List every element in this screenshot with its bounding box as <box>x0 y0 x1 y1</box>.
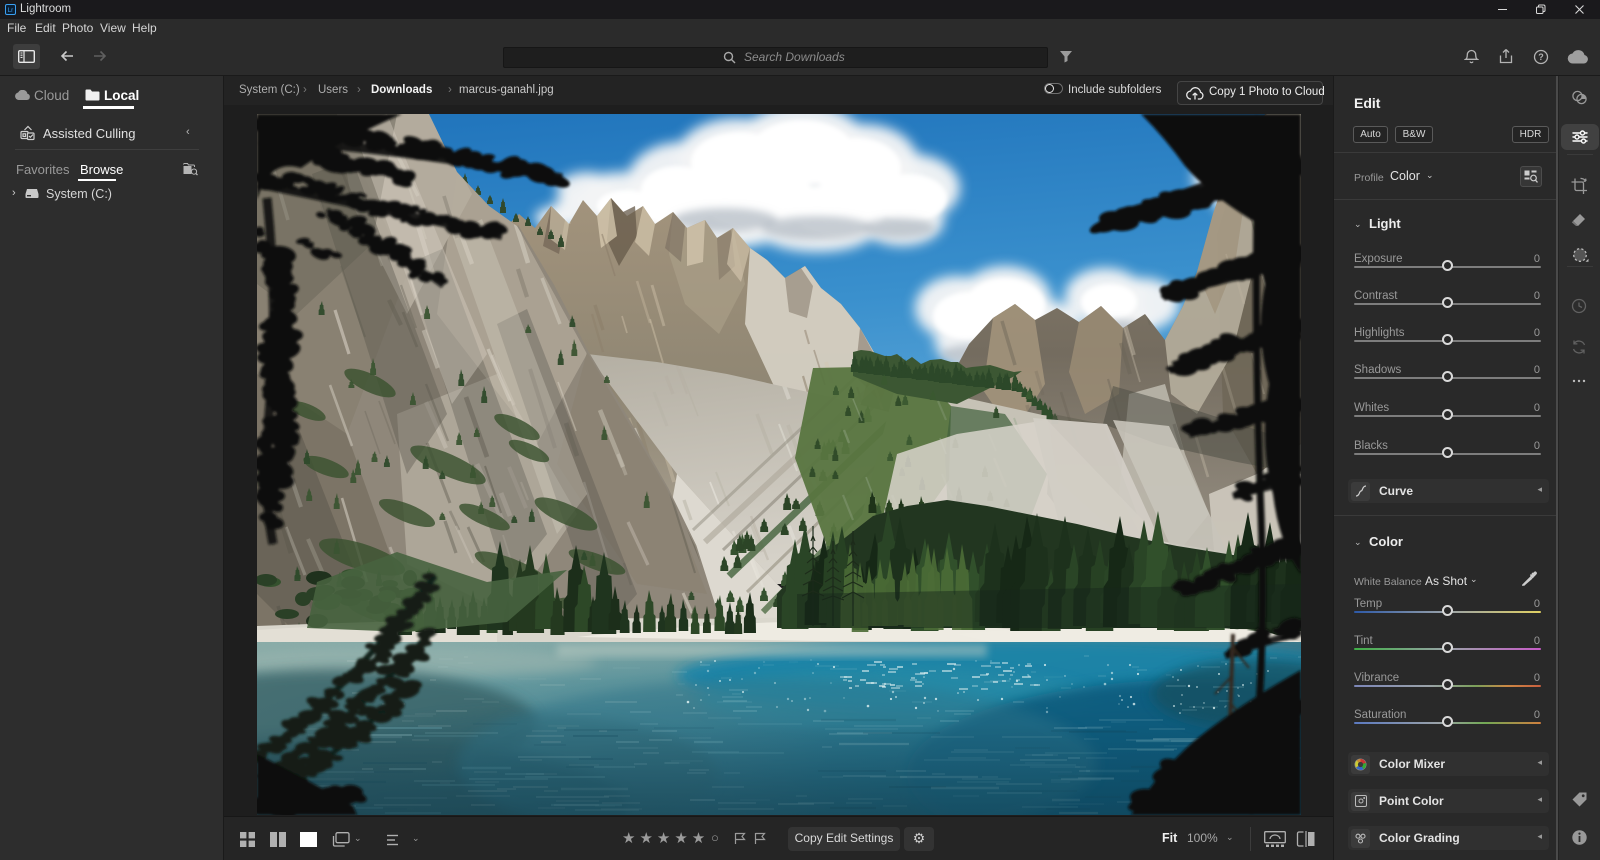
svg-text:?: ? <box>1538 52 1544 62</box>
svg-text:Lr: Lr <box>8 7 14 14</box>
